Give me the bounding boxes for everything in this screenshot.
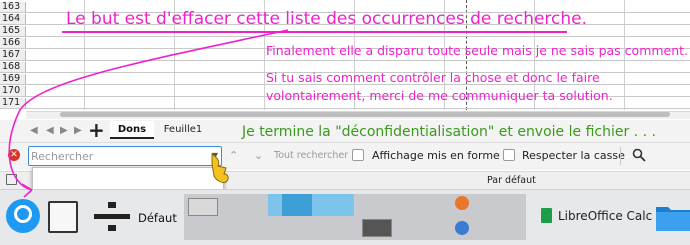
match-case-label: Respecter la casse — [522, 149, 625, 162]
annotation-note: Finalement elle a disparu toute seule ma… — [266, 43, 689, 58]
activity-switcher-icon[interactable] — [92, 200, 132, 234]
libreoffice-calc-icon — [541, 208, 552, 223]
last-sheet-icon[interactable]: ▶ — [74, 125, 82, 136]
annotation-note: volontairement, merci de me communiquer … — [266, 88, 613, 103]
page-style-status[interactable]: Par défaut — [487, 175, 536, 186]
row-header[interactable]: 168 — [0, 62, 26, 73]
search-combobox[interactable]: ▼ — [28, 146, 222, 166]
plus-icon[interactable]: + — [88, 118, 105, 142]
pager-desktop-8[interactable] — [440, 216, 526, 240]
find-previous-icon[interactable]: ⌃ — [229, 149, 238, 162]
close-icon[interactable]: ✕ — [8, 149, 20, 161]
launcher-ring-icon — [14, 205, 32, 223]
browser-icon — [455, 221, 469, 235]
pager-window-thumb — [282, 194, 312, 216]
chevron-down-icon[interactable]: ▼ — [212, 151, 218, 160]
toolbar-divider — [620, 147, 621, 165]
pager-desktop-5[interactable] — [184, 216, 268, 240]
row-header[interactable]: 163 — [0, 2, 26, 13]
formatted-display-checkbox[interactable] — [352, 149, 364, 161]
match-case-checkbox[interactable] — [503, 149, 515, 161]
taskbar-item-label: LibreOffice Calc — [558, 209, 653, 223]
pager-desktop-6[interactable] — [268, 216, 354, 240]
row-header[interactable]: 170 — [0, 86, 26, 97]
prev-sheet-icon[interactable]: ◀ — [46, 125, 54, 136]
row-header[interactable]: 169 — [0, 74, 26, 85]
search-icon[interactable] — [632, 148, 646, 162]
find-next-icon[interactable]: ⌄ — [254, 149, 263, 162]
pager-desktop-4[interactable] — [440, 194, 526, 216]
search-input[interactable] — [31, 149, 207, 163]
pager-window-thumb — [188, 198, 218, 216]
row-header[interactable]: 164 — [0, 14, 26, 25]
scrollbar-thumb[interactable] — [60, 112, 670, 117]
row-header[interactable]: 171 — [0, 98, 26, 109]
row-header[interactable]: 167 — [0, 50, 26, 61]
firefox-icon — [455, 196, 469, 210]
formatted-display-label: Affichage mis en forme — [372, 149, 500, 162]
tab-dons[interactable]: Dons — [110, 121, 154, 139]
find-all-button[interactable]: Tout rechercher — [274, 150, 348, 161]
row-header[interactable]: 166 — [0, 38, 26, 49]
folder-icon[interactable] — [654, 201, 690, 233]
show-desktop-icon[interactable] — [48, 201, 78, 233]
annotation-underline — [62, 31, 567, 33]
next-sheet-icon[interactable]: ▶ — [60, 125, 68, 136]
annotation-title: Le but est d'effacer cette liste des occ… — [66, 9, 588, 29]
save-icon[interactable] — [6, 174, 17, 185]
annotation-note-green: Je termine la "déconfidentialisation" et… — [242, 124, 656, 140]
pager-desktop-3[interactable] — [354, 194, 440, 216]
first-sheet-icon[interactable]: ◀ — [30, 125, 38, 136]
tab-feuille1[interactable]: Feuille1 — [158, 121, 208, 139]
activity-label[interactable]: Défaut — [138, 211, 177, 225]
annotation-note: Si tu sais comment contrôler la chose et… — [266, 70, 600, 85]
terminal-icon — [362, 219, 392, 237]
row-header[interactable]: 165 — [0, 26, 26, 37]
